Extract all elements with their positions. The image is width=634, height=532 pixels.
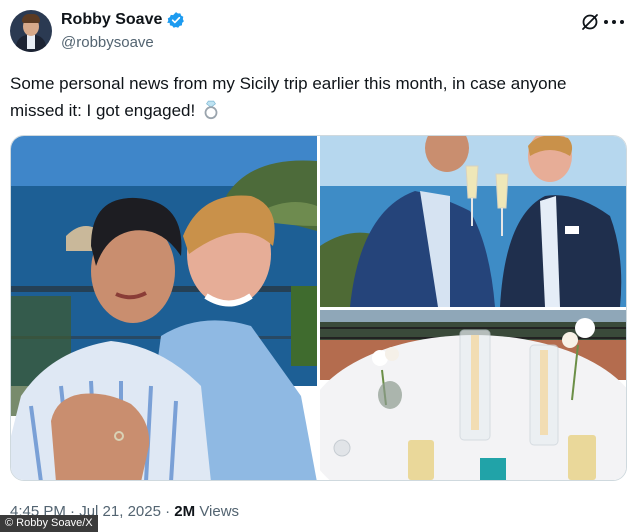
ring-icon [203,100,219,128]
verified-badge-icon [167,11,185,29]
tweet-header: Robby Soave @robbysoave [0,0,634,62]
views-count: 2M [174,503,196,520]
meta-separator-2: · [165,503,171,520]
tweet-text: Some personal news from my Sicily trip e… [10,70,610,128]
author-display-name[interactable]: Robby Soave [61,11,162,29]
more-options-icon[interactable] [604,12,624,32]
photo-champagne-toast[interactable] [320,136,626,307]
tweet-body: Some personal news from my Sicily trip e… [10,74,567,120]
grok-icon[interactable] [580,12,600,32]
photo-table-setting[interactable] [320,310,626,480]
author-handle[interactable]: @robbysoave [61,34,154,51]
author-name-row: Robby Soave [61,11,185,29]
views-label: Views [199,503,240,520]
author-avatar[interactable] [10,10,52,52]
media-grid [10,135,627,481]
photo-couple-selfie[interactable] [11,136,317,480]
photo-credit: © Robby Soave/X [0,515,98,532]
